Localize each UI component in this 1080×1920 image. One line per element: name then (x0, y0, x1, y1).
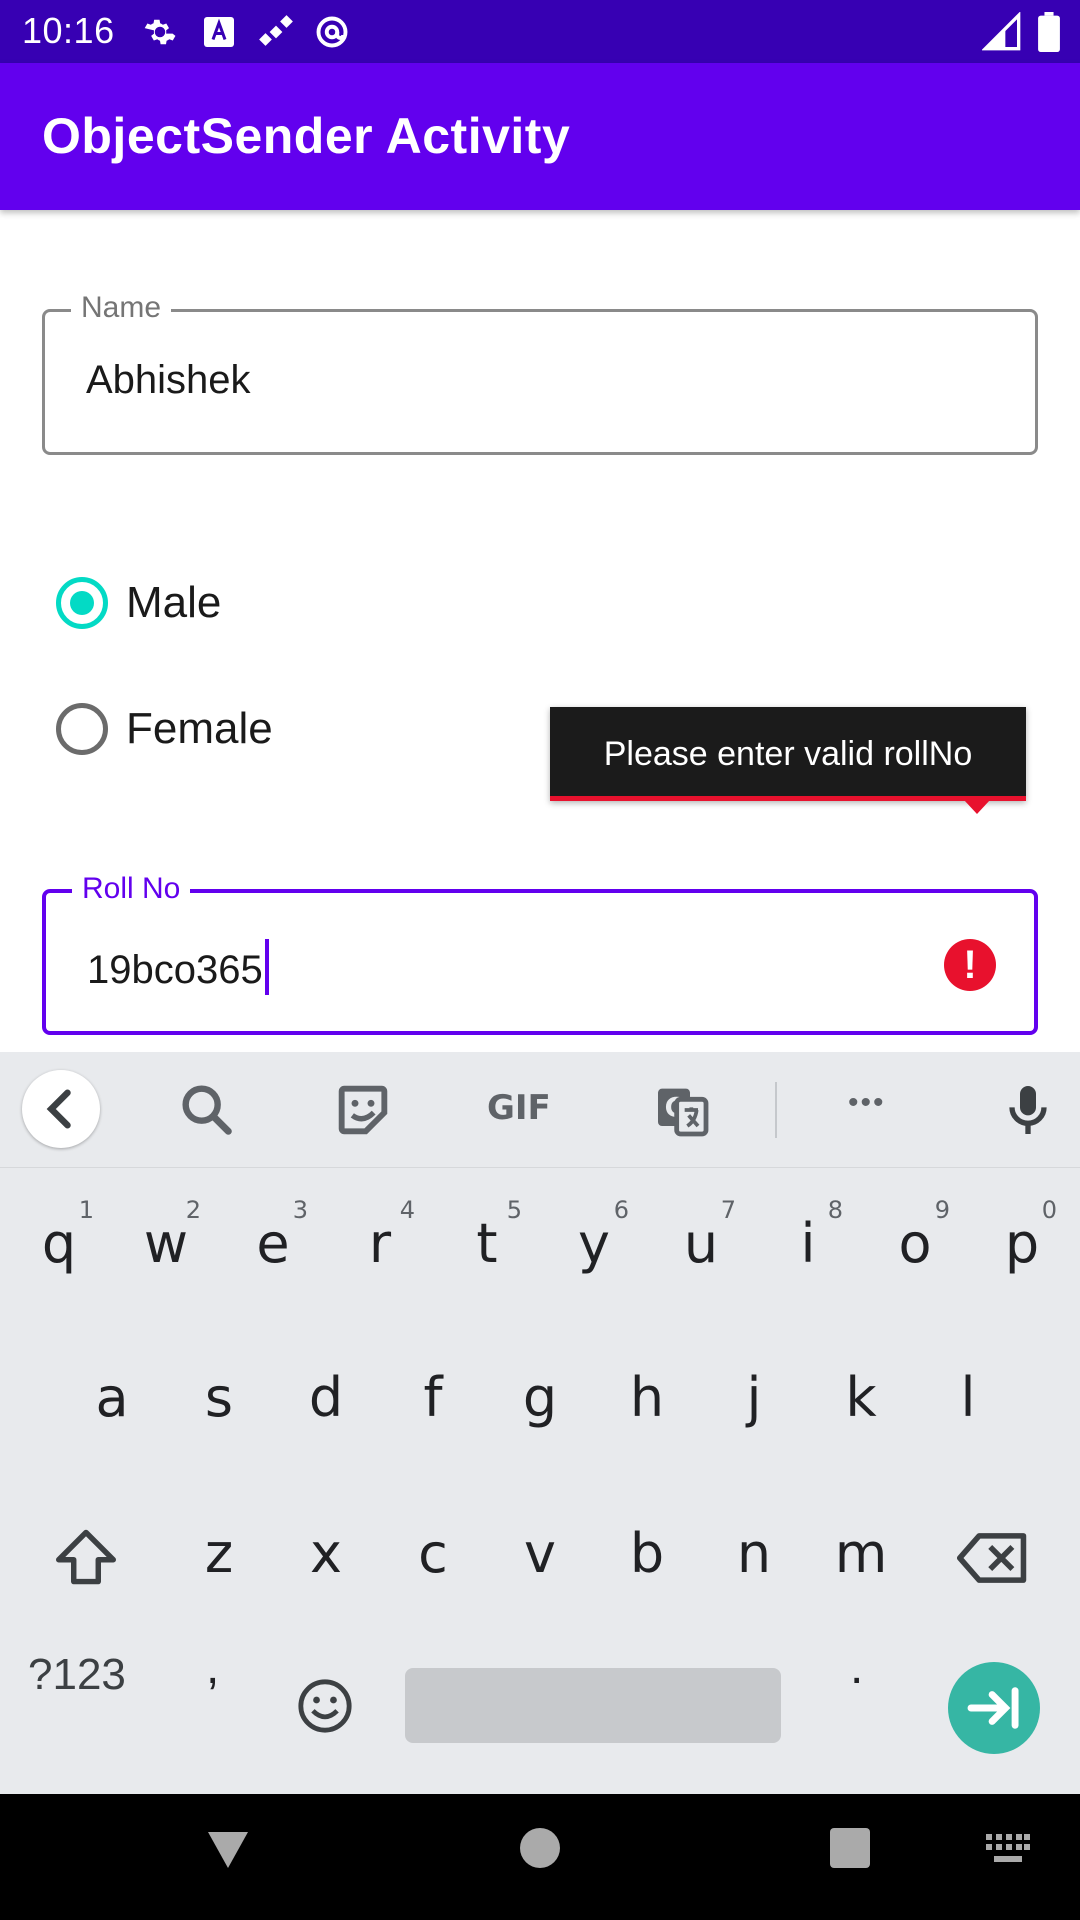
space-bar[interactable] (405, 1668, 781, 1743)
key-i[interactable]: i8 (755, 1184, 861, 1304)
at-sign-icon (316, 16, 348, 48)
key-t[interactable]: t5 (434, 1184, 540, 1304)
radio-male[interactable]: Male (56, 573, 221, 633)
cellular-signal-icon (982, 12, 1021, 51)
translate-icon[interactable]: G (650, 1078, 714, 1142)
key-d[interactable]: d (273, 1338, 379, 1458)
microphone-icon[interactable] (996, 1078, 1060, 1142)
key-e[interactable]: e3 (220, 1184, 326, 1304)
next-arrow-icon (967, 1687, 1019, 1729)
text-cursor (264, 939, 269, 995)
key-c[interactable]: c (380, 1494, 486, 1614)
roll-no-field[interactable]: Roll No 19bco365 ! (42, 869, 1038, 1035)
error-tooltip: Please enter valid rollNo (550, 707, 1026, 801)
radio-male-indicator[interactable] (56, 577, 108, 629)
key-v[interactable]: v (487, 1494, 593, 1614)
enter-key[interactable] (948, 1662, 1040, 1754)
symbols-key[interactable]: ?123 (28, 1650, 126, 1700)
key-x[interactable]: x (273, 1494, 379, 1614)
key-w[interactable]: w2 (113, 1184, 219, 1304)
emoji-icon[interactable] (296, 1677, 354, 1735)
app-bar: ObjectSender Activity (0, 63, 1080, 210)
key-n[interactable]: n (701, 1494, 807, 1614)
settings-icon (144, 19, 176, 45)
battery-icon (1038, 12, 1060, 52)
key-z[interactable]: z (166, 1494, 272, 1614)
key-g[interactable]: g (487, 1338, 593, 1458)
satellite-icon (259, 15, 293, 46)
roll-no-text: 19bco365 (87, 948, 263, 992)
key-l[interactable]: l (915, 1338, 1021, 1458)
translate-a-icon (204, 17, 234, 47)
back-chevron-icon[interactable] (22, 1070, 100, 1148)
keyboard-switch-icon[interactable] (986, 1834, 1030, 1864)
key-k[interactable]: k (808, 1338, 914, 1458)
navigation-bar (0, 1794, 1080, 1920)
roll-no-field-value[interactable]: 19bco365 (87, 939, 269, 995)
nav-recents-icon[interactable] (830, 1828, 870, 1868)
status-bar: 10:16 (0, 0, 1080, 63)
search-icon[interactable] (175, 1078, 239, 1142)
more-icon[interactable]: ••• (848, 1086, 886, 1120)
shift-icon[interactable] (52, 1527, 120, 1587)
backspace-icon[interactable] (957, 1530, 1029, 1586)
radio-female-indicator[interactable] (56, 703, 108, 755)
nav-home-icon[interactable] (520, 1828, 560, 1868)
period-key[interactable]: . (850, 1640, 863, 1695)
key-s[interactable]: s (166, 1338, 272, 1458)
key-a[interactable]: a (59, 1338, 165, 1458)
key-b[interactable]: b (594, 1494, 700, 1614)
toolbar-divider (775, 1082, 777, 1138)
comma-key[interactable]: , (206, 1640, 219, 1695)
nav-back-icon[interactable] (204, 1828, 252, 1872)
key-q[interactable]: q1 (6, 1184, 112, 1304)
key-r[interactable]: r4 (327, 1184, 433, 1304)
key-f[interactable]: f (380, 1338, 486, 1458)
error-icon: ! (944, 939, 996, 991)
key-y[interactable]: y6 (541, 1184, 647, 1304)
name-field-value[interactable]: Abhishek (86, 358, 251, 403)
key-m[interactable]: m (808, 1494, 914, 1614)
key-o[interactable]: o9 (862, 1184, 968, 1304)
error-tooltip-pointer (964, 800, 990, 814)
key-p[interactable]: p0 (969, 1184, 1075, 1304)
name-field-label: Name (71, 288, 172, 328)
key-u[interactable]: u7 (648, 1184, 754, 1304)
radio-male-label[interactable]: Male (126, 578, 221, 628)
gif-icon[interactable]: GIF (487, 1088, 551, 1128)
status-time: 10:16 (22, 10, 115, 51)
radio-female-label[interactable]: Female (126, 704, 273, 754)
keyboard-toolbar: GIF G ••• (0, 1052, 1080, 1168)
radio-female[interactable]: Female (56, 699, 273, 759)
sticker-icon[interactable] (331, 1078, 395, 1142)
app-title: ObjectSender Activity (42, 108, 571, 164)
key-h[interactable]: h (594, 1338, 700, 1458)
key-j[interactable]: j (701, 1338, 807, 1458)
name-field[interactable]: Name Abhishek (42, 288, 1038, 455)
roll-no-field-label: Roll No (72, 869, 191, 909)
